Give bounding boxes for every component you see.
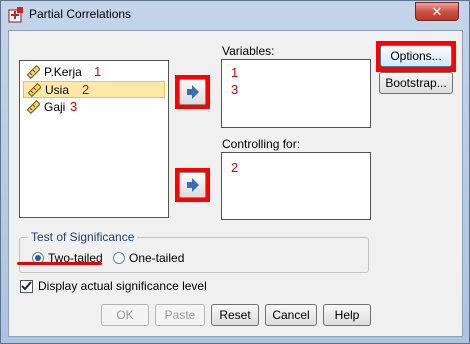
- checkmark-icon: [21, 281, 32, 291]
- one-tailed-radio[interactable]: [113, 252, 125, 264]
- annotation-marker: 2: [82, 82, 90, 97]
- two-tailed-highlight: [17, 262, 102, 265]
- test-of-significance-group: Test of Significance Two-tailed One-tail…: [19, 230, 369, 273]
- ruler-variable-icon: [27, 83, 41, 97]
- arrow-highlight-variables: [175, 75, 210, 109]
- annotation-marker: 1: [94, 64, 102, 79]
- variables-label: Variables:: [222, 44, 275, 58]
- title-bar: Partial Correlations ✕: [1, 1, 469, 29]
- arrow-highlight-controlling: [175, 168, 210, 202]
- close-button[interactable]: ✕: [415, 2, 459, 21]
- close-icon: ✕: [431, 4, 443, 19]
- window-title: Partial Correlations: [29, 7, 132, 21]
- list-item[interactable]: 1: [231, 65, 238, 80]
- list-item-gaji[interactable]: Gaji 3: [23, 99, 165, 116]
- dialog-body: P.Kerja 1 Usia 2 Gaji 3 Variables: 1 3 C…: [8, 30, 463, 337]
- list-item[interactable]: 2: [231, 160, 238, 175]
- ruler-variable-icon: [26, 65, 40, 79]
- display-significance-checkbox[interactable]: [20, 280, 33, 293]
- ruler-variable-icon: [26, 100, 40, 114]
- one-tailed-label[interactable]: One-tailed: [129, 251, 184, 265]
- options-button[interactable]: Options...: [380, 45, 452, 67]
- ok-button[interactable]: OK: [101, 304, 149, 326]
- arrow-right-icon: [187, 85, 199, 99]
- annotation-marker: 3: [70, 99, 78, 114]
- variables-list[interactable]: 1 3: [221, 59, 371, 128]
- help-button[interactable]: Help: [323, 304, 371, 326]
- options-highlight: Options...: [376, 41, 456, 72]
- reset-button[interactable]: Reset: [211, 304, 259, 326]
- list-item-pkerja[interactable]: P.Kerja 1: [23, 64, 165, 81]
- cancel-button[interactable]: Cancel: [265, 304, 317, 326]
- source-variable-list[interactable]: P.Kerja 1 Usia 2 Gaji 3: [19, 60, 169, 218]
- partial-correlations-dialog: Partial Correlations ✕ P.Kerja 1 Usia 2 …: [0, 0, 470, 344]
- display-significance-label[interactable]: Display actual significance level: [38, 279, 207, 293]
- variable-label: Gaji: [44, 100, 66, 114]
- arrow-right-icon: [187, 178, 199, 192]
- controlling-for-list[interactable]: 2: [221, 152, 371, 220]
- move-to-controlling-button[interactable]: [179, 172, 206, 198]
- app-icon: [8, 7, 23, 23]
- controlling-for-label: Controlling for:: [222, 137, 301, 151]
- variable-label: Usia: [45, 83, 70, 97]
- list-item[interactable]: 3: [231, 82, 238, 97]
- move-to-variables-button[interactable]: [179, 79, 206, 105]
- paste-button[interactable]: Paste: [155, 304, 205, 326]
- radio-selected-dot: [35, 255, 41, 261]
- group-title: Test of Significance: [28, 230, 138, 244]
- list-item-usia[interactable]: Usia 2: [23, 81, 165, 98]
- variable-label: P.Kerja: [44, 65, 82, 79]
- bootstrap-button[interactable]: Bootstrap...: [379, 72, 453, 94]
